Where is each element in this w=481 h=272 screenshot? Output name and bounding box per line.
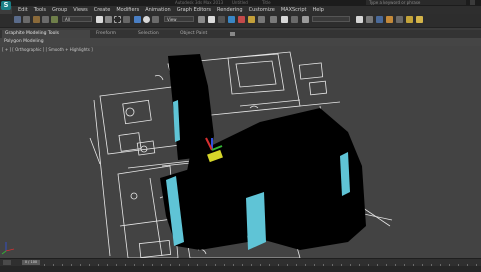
named-selection-sets-dropdown[interactable] [312, 16, 350, 22]
menu-tools[interactable]: Tools [31, 6, 49, 14]
main-toolbar: All View [0, 14, 481, 28]
window-crossing-icon[interactable] [123, 16, 130, 23]
rendered-frame-window-icon[interactable] [406, 16, 413, 23]
search-input[interactable]: Type a keyword or phrase [366, 0, 466, 5]
keyboard-shortcut-override-icon[interactable] [218, 16, 225, 23]
ribbon-tab-bar: Graphite Modeling Tools Freeform Selecti… [0, 30, 481, 38]
select-object-icon[interactable] [96, 16, 103, 23]
polygon-modeling-panel[interactable]: Polygon Modeling [4, 38, 44, 46]
menu-graph-editors[interactable]: Graph Editors [174, 6, 214, 14]
mirror-icon[interactable] [281, 16, 288, 23]
ribbon-panel: Polygon Modeling [0, 38, 481, 46]
menu-edit[interactable]: Edit [12, 6, 31, 14]
select-by-name-icon[interactable] [105, 16, 112, 23]
help-search-icon[interactable] [470, 0, 475, 5]
menu-rendering[interactable]: Rendering [214, 6, 246, 14]
bind-to-space-warp-icon[interactable] [51, 16, 58, 23]
time-slider[interactable]: 0 / 100 [22, 260, 40, 265]
menu-animation[interactable]: Animation [142, 6, 174, 14]
view-axis-tripod-icon [1, 242, 15, 255]
unlink-selection-icon[interactable] [42, 16, 49, 23]
menu-help[interactable]: Help [310, 6, 327, 14]
menu-group[interactable]: Group [49, 6, 70, 14]
menu-modifiers[interactable]: Modifiers [113, 6, 142, 14]
undo-icon[interactable] [14, 16, 21, 23]
menu-maxscript[interactable]: MAXScript [278, 6, 310, 14]
status-bar [0, 266, 481, 272]
menu-create[interactable]: Create [91, 6, 114, 14]
edit-named-selection-icon[interactable] [270, 16, 277, 23]
tab-selection[interactable]: Selection [138, 30, 159, 38]
render-production-icon[interactable] [416, 16, 423, 23]
layer-manager-icon[interactable] [302, 16, 309, 23]
curve-editor-icon[interactable] [366, 16, 373, 23]
pivot-center-icon[interactable] [198, 16, 205, 23]
rectangular-selection-icon[interactable] [114, 16, 121, 23]
select-and-link-icon[interactable] [33, 16, 40, 23]
selection-filter-dropdown[interactable]: All [62, 16, 92, 22]
ribbon-options-icon[interactable] [230, 32, 235, 36]
material-editor-icon[interactable] [386, 16, 393, 23]
percent-snap-icon[interactable] [248, 16, 255, 23]
reference-coordinate-dropdown[interactable]: View [164, 16, 194, 22]
graphite-toggle-icon[interactable] [356, 16, 363, 23]
select-and-scale-icon[interactable] [152, 16, 159, 23]
viewport[interactable]: [ + ] [ Orthographic ] [ Smooth + Highli… [0, 46, 481, 258]
align-icon[interactable] [291, 16, 298, 23]
schematic-view-icon[interactable] [376, 16, 383, 23]
scene-wireframe [1, 51, 393, 258]
application-button[interactable]: S [1, 1, 11, 10]
menu-customize[interactable]: Customize [246, 6, 278, 14]
redo-icon[interactable] [23, 16, 30, 23]
select-and-rotate-icon[interactable] [143, 16, 150, 23]
menu-views[interactable]: Views [70, 6, 90, 14]
mini-curve-editor-icon[interactable] [3, 260, 11, 265]
tab-freeform[interactable]: Freeform [96, 30, 116, 38]
select-and-manipulate-icon[interactable] [208, 16, 215, 23]
menu-bar: Edit Tools Group Views Create Modifiers … [12, 6, 481, 14]
snaps-toggle-icon[interactable] [228, 16, 235, 23]
angle-snap-icon[interactable] [238, 16, 245, 23]
select-and-move-icon[interactable] [134, 16, 141, 23]
tab-object-paint[interactable]: Object Paint [180, 30, 207, 38]
spinner-snap-icon[interactable] [258, 16, 265, 23]
tab-graphite-modeling-tools[interactable]: Graphite Modeling Tools [2, 30, 90, 38]
render-setup-icon[interactable] [396, 16, 403, 23]
